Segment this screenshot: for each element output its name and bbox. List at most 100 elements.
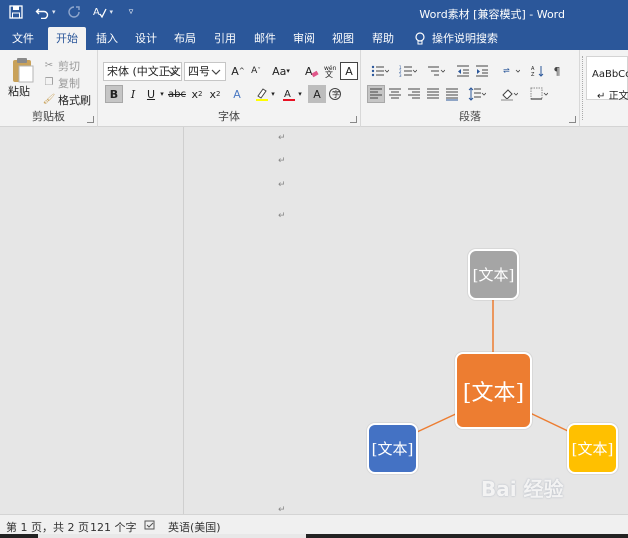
- enclose-characters-icon[interactable]: 字: [326, 85, 344, 103]
- tell-me-label: 操作说明搜索: [432, 32, 498, 45]
- clipboard-launcher-icon[interactable]: [87, 116, 94, 123]
- tab-references[interactable]: 引用: [206, 27, 244, 50]
- format-painter-button[interactable]: 🖌 格式刷: [43, 91, 91, 108]
- style-name: ↵ 正文: [597, 91, 628, 102]
- paragraph-launcher-icon[interactable]: [569, 116, 576, 123]
- undo-icon[interactable]: [34, 4, 50, 20]
- page-count[interactable]: 第 1 页，共 2 页: [6, 519, 89, 535]
- distributed-icon[interactable]: [443, 85, 461, 103]
- proofing-icon[interactable]: [144, 519, 156, 531]
- phonetic-guide-icon[interactable]: wén 文: [322, 62, 340, 80]
- smartart-node-right[interactable]: [文本]: [567, 423, 618, 474]
- tab-home[interactable]: 开始: [48, 27, 86, 50]
- svg-text:Z: Z: [531, 72, 535, 78]
- status-bar: 第 1 页，共 2 页 121 个字 英语(美国): [0, 514, 628, 538]
- grow-font-icon[interactable]: A ^: [229, 62, 247, 80]
- quick-access-toolbar: ▾ A ▾ ▿: [8, 4, 139, 20]
- change-case-button[interactable]: Aa ▾: [270, 62, 292, 80]
- scroll-thumb[interactable]: [38, 534, 306, 538]
- font-group-label: 字体: [218, 110, 240, 123]
- tell-me-search[interactable]: 操作说明搜索: [414, 27, 498, 50]
- shading-icon[interactable]: [497, 85, 521, 103]
- customize-qat-icon[interactable]: ▿: [123, 4, 139, 20]
- tab-file[interactable]: 文件: [4, 27, 42, 50]
- justify-icon[interactable]: [424, 85, 442, 103]
- tab-layout[interactable]: 布局: [166, 27, 204, 50]
- paste-label[interactable]: 粘贴: [8, 83, 30, 99]
- sort-icon[interactable]: AZ: [529, 62, 547, 80]
- tab-design[interactable]: 设计: [127, 27, 165, 50]
- chevron-down-icon[interactable]: [165, 64, 179, 79]
- cut-button[interactable]: ✂ 剪切: [43, 57, 80, 74]
- font-launcher-icon[interactable]: [350, 116, 357, 123]
- asian-layout-icon[interactable]: ⇌: [499, 62, 523, 80]
- group-clipboard: 粘贴 ✂ 剪切 ❐ 复制 🖌 格式刷 剪贴板: [0, 50, 98, 127]
- svg-text:A: A: [93, 7, 100, 18]
- superscript-button[interactable]: x2: [206, 85, 224, 103]
- svg-text:A: A: [284, 89, 291, 100]
- smartart-node-left[interactable]: [文本]: [367, 423, 418, 474]
- cut-label: 剪切: [58, 59, 80, 73]
- highlight-dropdown-icon[interactable]: ▾: [268, 85, 278, 103]
- font-color-dropdown-icon[interactable]: ▾: [295, 85, 305, 103]
- spelling-dropdown-icon[interactable]: ▾: [110, 8, 114, 16]
- align-right-icon[interactable]: [405, 85, 423, 103]
- subscript-button[interactable]: x2: [188, 85, 206, 103]
- word-count[interactable]: 121 个字: [90, 519, 137, 535]
- style-sample: AaBbCcDd: [592, 69, 628, 80]
- character-border-icon[interactable]: A: [340, 62, 358, 80]
- paragraph-group-label: 段落: [459, 110, 481, 123]
- style-normal[interactable]: AaBbCcDd ↵ 正文: [586, 56, 628, 102]
- decrease-indent-icon[interactable]: [454, 62, 472, 80]
- text-effects-icon[interactable]: A: [228, 85, 246, 103]
- redo-icon[interactable]: [66, 4, 82, 20]
- line-spacing-icon[interactable]: [465, 85, 489, 103]
- svg-text:文: 文: [325, 69, 333, 78]
- copy-button[interactable]: ❐ 复制: [43, 74, 80, 91]
- strikethrough-button[interactable]: abc: [167, 85, 187, 103]
- connector-right: [527, 411, 571, 433]
- chevron-down-icon[interactable]: [209, 64, 223, 79]
- language-status[interactable]: 英语(美国): [168, 519, 221, 535]
- tab-insert[interactable]: 插入: [88, 27, 126, 50]
- spelling-icon[interactable]: A: [92, 4, 108, 20]
- lightbulb-icon: [415, 31, 425, 44]
- align-left-icon[interactable]: [367, 85, 385, 103]
- font-size-combo[interactable]: 四号: [184, 62, 226, 81]
- scissors-icon: ✂: [44, 60, 54, 71]
- bullets-icon[interactable]: [368, 62, 392, 80]
- italic-button[interactable]: I: [124, 85, 142, 103]
- ribbon-tabs: 文件 开始 插入 设计 布局 引用 邮件 审阅 视图 帮助 操作说明搜索: [0, 27, 628, 50]
- tab-review[interactable]: 审阅: [285, 27, 323, 50]
- clear-formatting-icon[interactable]: A: [303, 62, 321, 80]
- underline-dropdown-icon[interactable]: ▾: [157, 85, 167, 103]
- smartart-node-center[interactable]: [文本]: [455, 352, 532, 429]
- tab-help[interactable]: 帮助: [364, 27, 402, 50]
- shrink-font-icon[interactable]: Aˇ: [247, 62, 265, 80]
- align-center-icon[interactable]: [386, 85, 404, 103]
- document-canvas[interactable]: ↵ ↵ ↵ ↵ ↵ [文本] [文本] [文本] [文本]: [0, 127, 628, 515]
- group-font: 宋体 (中文正文 四号 A ^ Aˇ Aa ▾ A wén 文 A B I U ▾ a…: [98, 50, 361, 127]
- svg-text:⇌: ⇌: [503, 66, 510, 75]
- bold-button[interactable]: B: [105, 85, 123, 103]
- word-window: ▾ A ▾ ▿ Word素材 [兼容模式] - Word 文件 开始 插入 设计…: [0, 0, 628, 538]
- connector-left: [416, 411, 461, 433]
- clipboard-group-label: 剪贴板: [32, 110, 65, 123]
- tab-mailings[interactable]: 邮件: [246, 27, 284, 50]
- character-shading-icon[interactable]: A: [308, 85, 326, 103]
- undo-dropdown-icon[interactable]: ▾: [52, 8, 56, 16]
- borders-icon[interactable]: [527, 85, 551, 103]
- group-paragraph: 123 ⇌ AZ ¶ 段落: [361, 50, 580, 127]
- style-name-label: 正文: [608, 91, 628, 102]
- multilevel-list-icon[interactable]: [424, 62, 448, 80]
- increase-indent-icon[interactable]: [473, 62, 491, 80]
- save-icon[interactable]: [8, 4, 24, 20]
- watermark-text: Bai 经验: [481, 477, 564, 501]
- smartart-node-top[interactable]: [文本]: [468, 249, 519, 300]
- paste-icon: [13, 58, 34, 83]
- font-name-combo[interactable]: 宋体 (中文正文: [103, 62, 182, 81]
- numbering-icon[interactable]: 123: [396, 62, 420, 80]
- show-hide-marks-icon[interactable]: ¶: [548, 62, 566, 80]
- ribbon-home: 粘贴 ✂ 剪切 ❐ 复制 🖌 格式刷 剪贴板 宋体 (中文正文 四号 A ^ A…: [0, 50, 628, 127]
- tab-view[interactable]: 视图: [324, 27, 362, 50]
